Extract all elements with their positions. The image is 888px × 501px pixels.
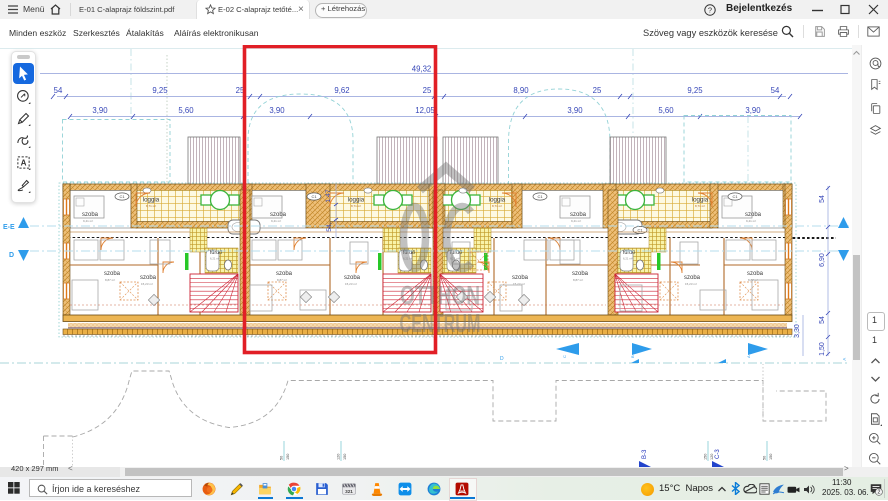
svg-text:szoba: szoba — [512, 275, 529, 281]
svg-text:120: 120 — [710, 454, 714, 460]
svg-text:3,30: 3,30 — [794, 324, 801, 338]
svg-text:3,90: 3,90 — [269, 106, 285, 115]
svg-text:150: 150 — [286, 454, 290, 460]
svg-text:9,41 m²: 9,41 m² — [571, 219, 581, 223]
svg-text:C1: C1 — [732, 194, 738, 199]
svg-text:54,: 54, — [326, 222, 333, 232]
svg-text:loggia: loggia — [692, 197, 709, 204]
svg-text:5,60: 5,60 — [658, 106, 674, 115]
svg-text:C1: C1 — [311, 194, 317, 199]
svg-text:8,71 m²: 8,71 m² — [492, 204, 502, 208]
svg-text:8,87 m²: 8,87 m² — [573, 278, 583, 282]
svg-text:loggia: loggia — [348, 197, 365, 204]
svg-text:6,21 m²: 6,21 m² — [623, 257, 633, 261]
svg-text:B: B — [630, 355, 635, 358]
svg-text:120: 120 — [337, 454, 341, 460]
svg-text:C: C — [562, 355, 567, 358]
svg-text:E-E: E-E — [3, 224, 15, 231]
svg-text:15,23 m²: 15,23 m² — [345, 282, 357, 286]
svg-text:OTTHON: OTTHON — [400, 280, 480, 310]
svg-text:54: 54 — [771, 86, 780, 95]
svg-text:?: ? — [708, 6, 712, 15]
svg-text:D: D — [9, 252, 14, 259]
svg-text:8,87 m²: 8,87 m² — [277, 278, 287, 282]
svg-text:6,21 m²: 6,21 m² — [210, 257, 220, 261]
svg-text:C-3: C-3 — [715, 449, 721, 459]
svg-text:9,25: 9,25 — [687, 86, 703, 95]
svg-text:9,62: 9,62 — [334, 86, 349, 95]
svg-text:150: 150 — [343, 454, 347, 460]
svg-text:54: 54 — [819, 316, 826, 324]
svg-text:szoba: szoba — [747, 271, 764, 277]
svg-text:szoba: szoba — [572, 271, 589, 277]
svg-text:szoba: szoba — [82, 212, 99, 218]
svg-text:8,71 m²: 8,71 m² — [146, 204, 156, 208]
svg-text:6,90: 6,90 — [819, 253, 826, 267]
svg-text:8,71 m²: 8,71 m² — [695, 204, 705, 208]
svg-text:8,90: 8,90 — [513, 86, 529, 95]
svg-text:8,71 m²: 8,71 m² — [351, 204, 361, 208]
svg-text:9,41 m²: 9,41 m² — [746, 219, 756, 223]
svg-text:szoba: szoba — [276, 271, 293, 277]
svg-text:25: 25 — [593, 86, 602, 95]
svg-text:3,90: 3,90 — [567, 106, 583, 115]
svg-text:50: 50 — [763, 456, 767, 460]
svg-text:9,41 m²: 9,41 m² — [271, 219, 281, 223]
svg-text:B-3: B-3 — [642, 449, 648, 459]
svg-text:szoba: szoba — [570, 212, 587, 218]
svg-text:CENTRUM: CENTRUM — [400, 308, 481, 338]
svg-text:150: 150 — [704, 454, 708, 460]
svg-text:1,47: 1,47 — [325, 189, 332, 202]
svg-text:szoba: szoba — [344, 275, 361, 281]
svg-text:D: D — [500, 356, 504, 362]
svg-text:50: 50 — [280, 456, 284, 460]
svg-text:loggia: loggia — [143, 197, 160, 204]
svg-text:3,90: 3,90 — [92, 106, 108, 115]
svg-text:A: A — [746, 355, 751, 358]
svg-text:szoba: szoba — [270, 212, 287, 218]
svg-text:49,32: 49,32 — [412, 65, 432, 74]
svg-text:szoba: szoba — [104, 271, 121, 277]
svg-text:szoba: szoba — [745, 212, 762, 218]
svg-text:25: 25 — [423, 86, 432, 95]
svg-text:5,60: 5,60 — [178, 106, 194, 115]
svg-text:9,25: 9,25 — [152, 86, 168, 95]
svg-text:8,87 m²: 8,87 m² — [105, 278, 115, 282]
svg-text:12,05: 12,05 — [415, 106, 435, 115]
svg-text:9,41 m²: 9,41 m² — [83, 219, 93, 223]
svg-text:15,23 m²: 15,23 m² — [685, 282, 697, 286]
svg-text:54: 54 — [54, 86, 63, 95]
svg-text:szoba: szoba — [140, 275, 157, 281]
svg-text:<: < — [843, 357, 846, 363]
svg-text:321: 321 — [345, 489, 353, 494]
svg-text:A: A — [21, 159, 27, 168]
svg-text:loggia: loggia — [489, 197, 506, 204]
svg-text:C1: C1 — [537, 194, 543, 199]
svg-text:szoba: szoba — [684, 275, 701, 281]
svg-text:150: 150 — [769, 454, 773, 460]
svg-text:3,90: 3,90 — [745, 106, 761, 115]
svg-text:1,50: 1,50 — [819, 342, 826, 356]
svg-text:2: 2 — [877, 490, 880, 496]
svg-text:15,23 m²: 15,23 m² — [141, 282, 153, 286]
svg-text:C1: C1 — [119, 194, 125, 199]
svg-text:54: 54 — [819, 195, 826, 203]
